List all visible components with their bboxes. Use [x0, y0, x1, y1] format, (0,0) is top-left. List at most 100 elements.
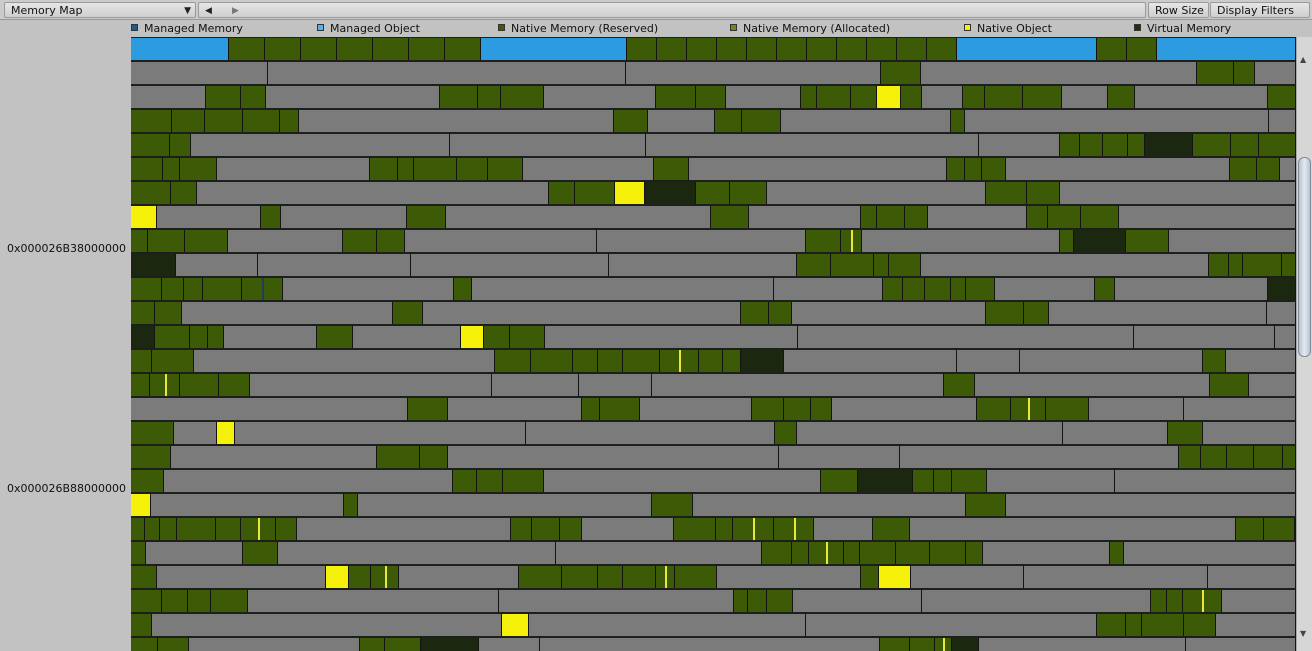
memory-block[interactable]: [131, 422, 174, 444]
memory-block[interactable]: [1128, 134, 1145, 156]
memory-block[interactable]: [171, 446, 377, 468]
memory-block[interactable]: [172, 110, 205, 132]
memory-block[interactable]: [1089, 398, 1184, 420]
memory-block[interactable]: [1126, 230, 1169, 252]
memory-block[interactable]: [922, 86, 963, 108]
memory-block[interactable]: [499, 590, 734, 612]
memory-block[interactable]: [741, 350, 784, 372]
memory-block[interactable]: [241, 86, 266, 108]
memory-block[interactable]: [283, 278, 454, 300]
memory-block[interactable]: [1080, 134, 1103, 156]
memory-block[interactable]: [726, 86, 801, 108]
memory-block[interactable]: [414, 158, 457, 180]
memory-block[interactable]: [131, 278, 162, 300]
memory-block[interactable]: [1184, 614, 1216, 636]
memory-block[interactable]: [987, 470, 1115, 492]
memory-block[interactable]: [511, 518, 532, 540]
memory-block[interactable]: [615, 182, 645, 204]
memory-block[interactable]: [1023, 86, 1062, 108]
memory-block[interactable]: [131, 614, 152, 636]
memory-block[interactable]: [1134, 326, 1275, 348]
memory-block[interactable]: [717, 566, 861, 588]
memory-block[interactable]: [185, 230, 228, 252]
memory-block[interactable]: [947, 158, 965, 180]
memory-block[interactable]: [767, 182, 986, 204]
memory-block[interactable]: [985, 86, 1023, 108]
memory-block[interactable]: [405, 230, 597, 252]
memory-block[interactable]: [911, 566, 1024, 588]
memory-block[interactable]: [297, 518, 511, 540]
memory-block[interactable]: [1095, 278, 1115, 300]
memory-block[interactable]: [696, 86, 726, 108]
memory-block[interactable]: [627, 38, 657, 60]
memory-block[interactable]: [370, 158, 398, 180]
memory-block[interactable]: [741, 302, 769, 324]
memory-block[interactable]: [131, 566, 157, 588]
memory-block[interactable]: [965, 110, 1269, 132]
memory-block[interactable]: [492, 374, 579, 396]
memory-block[interactable]: [797, 254, 831, 276]
memory-block[interactable]: [188, 590, 211, 612]
scroll-down-arrow-icon[interactable]: ▼: [1300, 629, 1306, 638]
memory-block[interactable]: [798, 326, 1134, 348]
memory-block[interactable]: [545, 326, 798, 348]
memory-block[interactable]: [131, 638, 158, 651]
memory-block[interactable]: [1127, 38, 1157, 60]
memory-block[interactable]: [831, 254, 874, 276]
memory-block[interactable]: [877, 86, 901, 108]
memory-block[interactable]: [979, 638, 1186, 651]
memory-block[interactable]: [243, 542, 278, 564]
memory-block[interactable]: [965, 158, 982, 180]
memory-block[interactable]: [409, 38, 445, 60]
memory-block[interactable]: [266, 86, 440, 108]
memory-block[interactable]: [652, 374, 944, 396]
memory-block[interactable]: [1060, 182, 1296, 204]
memory-block[interactable]: [1209, 254, 1229, 276]
memory-block[interactable]: [457, 158, 488, 180]
memory-block[interactable]: [1234, 62, 1255, 84]
memory-block[interactable]: [343, 230, 377, 252]
memory-block[interactable]: [975, 374, 1210, 396]
memory-block[interactable]: [913, 470, 934, 492]
memory-block[interactable]: [696, 182, 730, 204]
memory-block[interactable]: [131, 38, 229, 60]
memory-block[interactable]: [861, 206, 877, 228]
memory-block[interactable]: [162, 590, 188, 612]
memory-block[interactable]: [1264, 518, 1295, 540]
memory-block[interactable]: [781, 110, 951, 132]
memory-block[interactable]: [1135, 86, 1268, 108]
memory-block[interactable]: [716, 518, 733, 540]
memory-block[interactable]: [1268, 278, 1296, 300]
memory-block[interactable]: [674, 518, 716, 540]
memory-block[interactable]: [957, 38, 1097, 60]
memory-block[interactable]: [983, 542, 1110, 564]
memory-block[interactable]: [579, 374, 652, 396]
memory-block[interactable]: [484, 326, 510, 348]
memory-block[interactable]: [934, 470, 952, 492]
memory-block[interactable]: [423, 302, 741, 324]
memory-block[interactable]: [217, 422, 235, 444]
memory-block[interactable]: [1062, 86, 1108, 108]
memory-block[interactable]: [180, 374, 219, 396]
memory-block[interactable]: [927, 38, 957, 60]
memory-block[interactable]: [510, 326, 545, 348]
memory-block[interactable]: [792, 302, 986, 324]
memory-block[interactable]: [152, 614, 502, 636]
memory-block[interactable]: [1157, 38, 1296, 60]
memory-block[interactable]: [1060, 230, 1074, 252]
memory-block[interactable]: [861, 566, 879, 588]
memory-block[interactable]: [131, 134, 170, 156]
memory-block[interactable]: [930, 542, 966, 564]
memory-block[interactable]: [646, 134, 979, 156]
memory-block[interactable]: [171, 182, 197, 204]
memory-block[interactable]: [598, 566, 623, 588]
memory-block[interactable]: [1103, 134, 1128, 156]
memory-block[interactable]: [408, 398, 448, 420]
memory-block[interactable]: [873, 518, 910, 540]
memory-block[interactable]: [640, 398, 752, 420]
memory-block[interactable]: [874, 254, 889, 276]
memory-block[interactable]: [454, 278, 472, 300]
memory-block[interactable]: [777, 38, 807, 60]
memory-block[interactable]: [131, 326, 155, 348]
memory-block[interactable]: [623, 350, 660, 372]
